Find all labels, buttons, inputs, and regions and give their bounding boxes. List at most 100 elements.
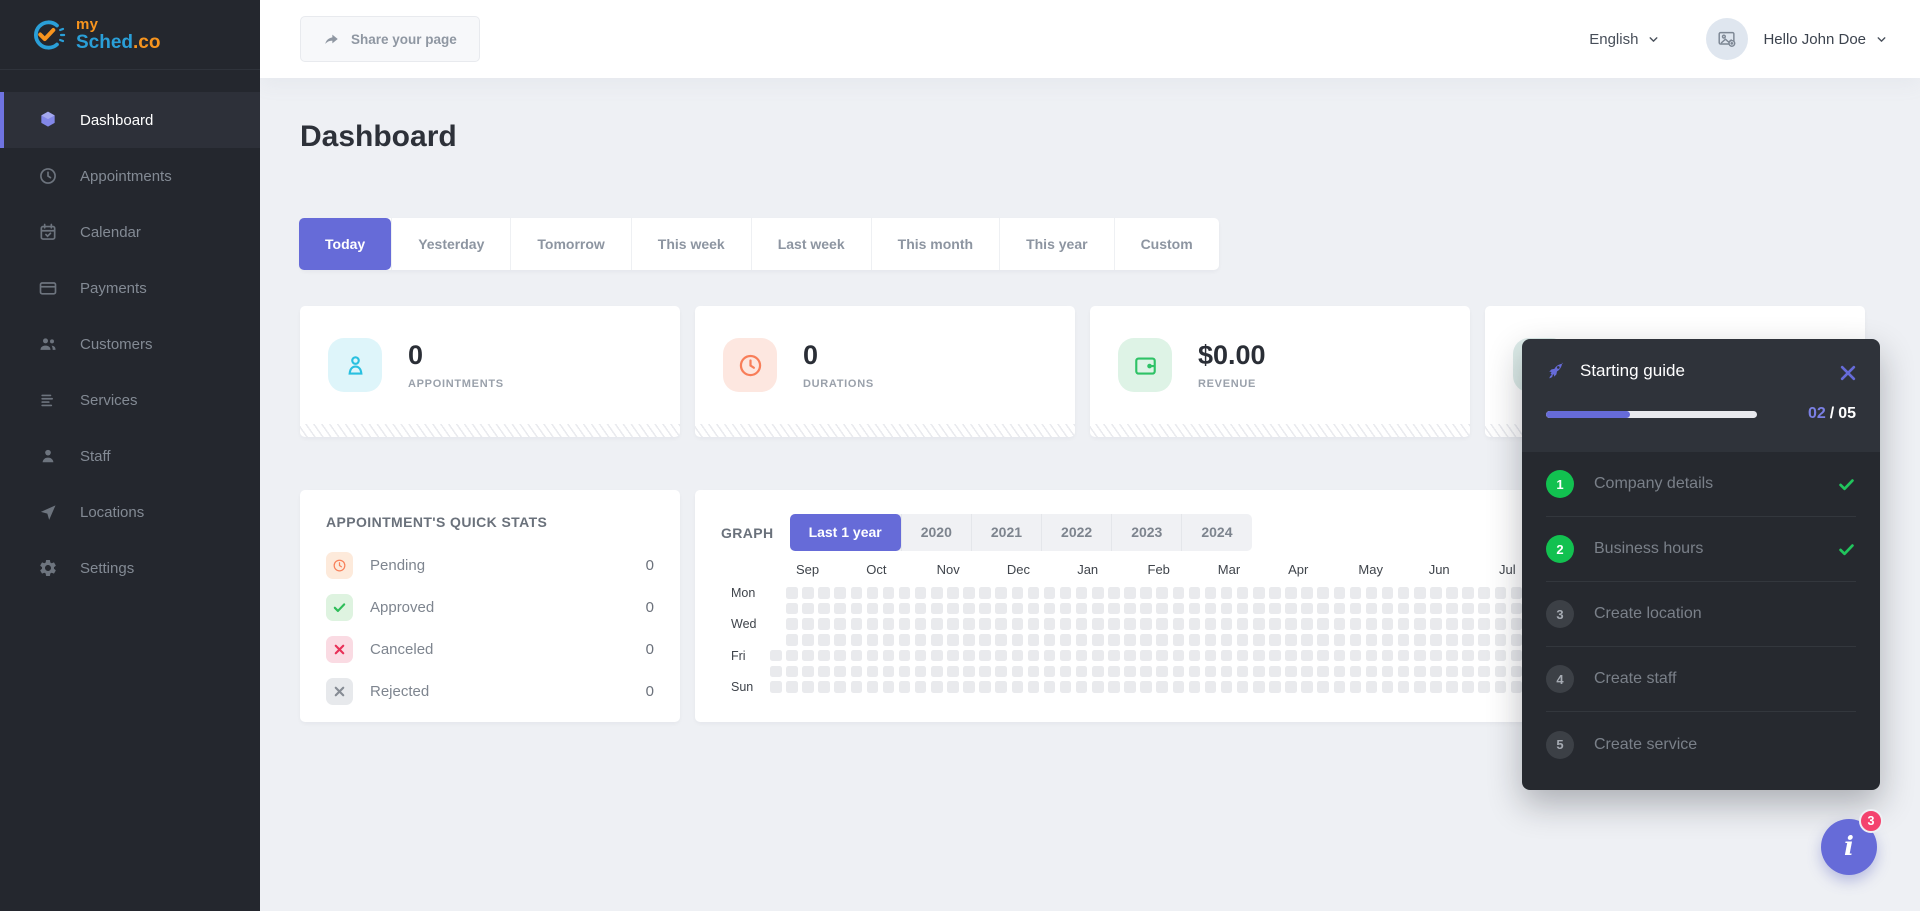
heatmap-cell[interactable] [1076, 634, 1088, 646]
heatmap-cell[interactable] [1269, 650, 1281, 662]
heatmap-cell[interactable] [1028, 603, 1040, 615]
heatmap-cell[interactable] [1044, 618, 1056, 630]
heatmap-cell[interactable] [1269, 587, 1281, 599]
heatmap-cell[interactable] [1044, 650, 1056, 662]
heatmap-cell[interactable] [1414, 603, 1426, 615]
heatmap-cell[interactable] [1285, 603, 1297, 615]
heatmap-cell[interactable] [931, 666, 943, 678]
heatmap-cell[interactable] [1478, 666, 1490, 678]
heatmap-cell[interactable] [931, 681, 943, 693]
heatmap-cell[interactable] [802, 681, 814, 693]
heatmap-cell[interactable] [1076, 603, 1088, 615]
heatmap-cell[interactable] [834, 634, 846, 646]
heatmap-cell[interactable] [915, 587, 927, 599]
heatmap-cell[interactable] [1237, 634, 1249, 646]
heatmap-cell[interactable] [1140, 666, 1152, 678]
sidebar-item-payments[interactable]: Payments [0, 260, 260, 316]
heatmap-cell[interactable] [979, 681, 991, 693]
heatmap-cell[interactable] [851, 634, 863, 646]
heatmap-cell[interactable] [786, 650, 798, 662]
heatmap-cell[interactable] [995, 634, 1007, 646]
heatmap-cell[interactable] [1301, 587, 1313, 599]
heatmap-cell[interactable] [1398, 650, 1410, 662]
heatmap-cell[interactable] [1366, 634, 1378, 646]
heatmap-cell[interactable] [1366, 618, 1378, 630]
heatmap-cell[interactable] [1140, 650, 1152, 662]
heatmap-cell[interactable] [1012, 587, 1024, 599]
heatmap-cell[interactable] [1253, 587, 1265, 599]
heatmap-cell[interactable] [1511, 666, 1523, 678]
heatmap-cell[interactable] [1430, 587, 1442, 599]
heatmap-cell[interactable] [1221, 666, 1233, 678]
heatmap-cell[interactable] [963, 666, 975, 678]
heatmap-cell[interactable] [818, 650, 830, 662]
heatmap-cell[interactable] [1317, 587, 1329, 599]
heatmap-cell[interactable] [1221, 681, 1233, 693]
heatmap-cell[interactable] [1269, 666, 1281, 678]
heatmap-cell[interactable] [1350, 650, 1362, 662]
heatmap-cell[interactable] [1108, 666, 1120, 678]
heatmap-cell[interactable] [867, 666, 879, 678]
heatmap-cell[interactable] [1366, 603, 1378, 615]
heatmap-cell[interactable] [899, 587, 911, 599]
heatmap-cell[interactable] [1462, 650, 1474, 662]
heatmap-cell[interactable] [1285, 666, 1297, 678]
sidebar-item-locations[interactable]: Locations [0, 484, 260, 540]
heatmap-cell[interactable] [1092, 634, 1104, 646]
heatmap-cell[interactable] [786, 618, 798, 630]
heatmap-cell[interactable] [1495, 603, 1507, 615]
heatmap-cell[interactable] [1414, 681, 1426, 693]
heatmap-cell[interactable] [1044, 587, 1056, 599]
heatmap-cell[interactable] [1398, 666, 1410, 678]
heatmap-cell[interactable] [1060, 618, 1072, 630]
heatmap-cell[interactable] [851, 650, 863, 662]
heatmap-cell[interactable] [1317, 603, 1329, 615]
heatmap-cell[interactable] [770, 666, 782, 678]
sidebar-item-calendar[interactable]: Calendar [0, 204, 260, 260]
heatmap-cell[interactable] [979, 666, 991, 678]
heatmap-cell[interactable] [1108, 681, 1120, 693]
heatmap-cell[interactable] [1495, 650, 1507, 662]
heatmap-cell[interactable] [1382, 681, 1394, 693]
heatmap-cell[interactable] [1350, 681, 1362, 693]
heatmap-cell[interactable] [802, 634, 814, 646]
filter-tab-today[interactable]: Today [299, 218, 391, 270]
heatmap-cell[interactable] [1173, 587, 1185, 599]
heatmap-cell[interactable] [1285, 681, 1297, 693]
heatmap-cell[interactable] [1478, 650, 1490, 662]
heatmap-cell[interactable] [1237, 666, 1249, 678]
heatmap-cell[interactable] [1044, 681, 1056, 693]
heatmap-cell[interactable] [1156, 587, 1168, 599]
heatmap-cell[interactable] [931, 634, 943, 646]
heatmap-cell[interactable] [1156, 650, 1168, 662]
heatmap-cell[interactable] [1092, 681, 1104, 693]
heatmap-cell[interactable] [1317, 650, 1329, 662]
heatmap-cell[interactable] [1189, 603, 1201, 615]
heatmap-cell[interactable] [786, 603, 798, 615]
heatmap-cell[interactable] [1173, 650, 1185, 662]
guide-step-company-details[interactable]: 1Company details [1546, 452, 1856, 517]
heatmap-cell[interactable] [1317, 666, 1329, 678]
heatmap-cell[interactable] [1156, 603, 1168, 615]
guide-step-create-staff[interactable]: 4Create staff [1546, 647, 1856, 712]
heatmap-cell[interactable] [963, 650, 975, 662]
heatmap-cell[interactable] [1414, 587, 1426, 599]
heatmap-cell[interactable] [1301, 634, 1313, 646]
heatmap-cell[interactable] [1012, 650, 1024, 662]
heatmap-cell[interactable] [899, 650, 911, 662]
heatmap-cell[interactable] [1221, 603, 1233, 615]
heatmap-cell[interactable] [1334, 603, 1346, 615]
graph-tab-2021[interactable]: 2021 [971, 514, 1041, 551]
heatmap-cell[interactable] [818, 681, 830, 693]
user-menu[interactable]: Hello John Doe [1763, 31, 1888, 48]
heatmap-cell[interactable] [995, 681, 1007, 693]
guide-step-create-location[interactable]: 3Create location [1546, 582, 1856, 647]
heatmap-cell[interactable] [995, 603, 1007, 615]
heatmap-cell[interactable] [802, 666, 814, 678]
guide-step-business-hours[interactable]: 2Business hours [1546, 517, 1856, 582]
heatmap-cell[interactable] [1430, 650, 1442, 662]
heatmap-cell[interactable] [1334, 587, 1346, 599]
heatmap-cell[interactable] [802, 618, 814, 630]
heatmap-cell[interactable] [963, 681, 975, 693]
heatmap-cell[interactable] [1076, 650, 1088, 662]
